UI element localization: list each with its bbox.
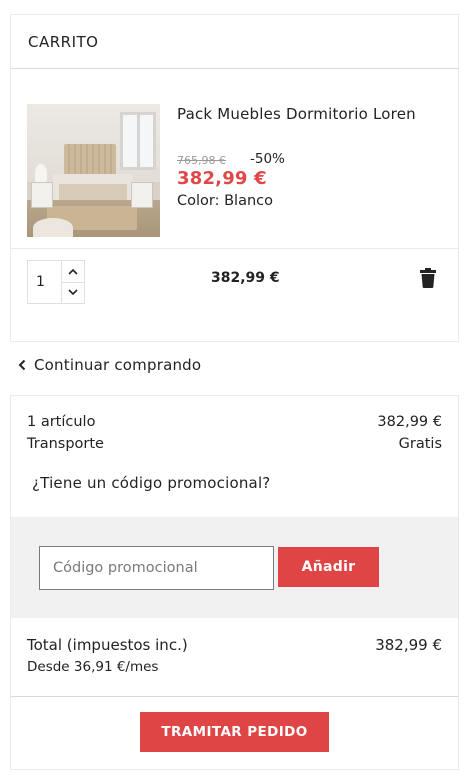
continue-shopping-link[interactable]: Continuar comprando (18, 356, 201, 374)
items-label: 1 artículo (27, 414, 96, 430)
product-color: Color: Blanco (177, 193, 273, 209)
summary-items-row: 1 artículo 382,99 € (27, 414, 442, 430)
product-name[interactable]: Pack Muebles Dormitorio Loren (177, 103, 427, 125)
promo-apply-button[interactable]: Añadir (278, 547, 379, 587)
promo-code-section: Añadir (11, 517, 458, 618)
divider (11, 248, 458, 249)
divider (11, 696, 458, 697)
cart-card: CARRITO Pack Muebles Dormitorio Loren 76… (10, 14, 459, 342)
quantity-input[interactable]: 1 (28, 261, 62, 303)
items-value: 382,99 € (377, 414, 442, 430)
checkout-button[interactable]: TRAMITAR PEDIDO (140, 712, 329, 752)
cart-title: CARRITO (28, 32, 99, 51)
shipping-label: Transporte (27, 436, 104, 452)
product-image[interactable] (27, 104, 160, 237)
color-label: Color: (177, 193, 220, 209)
installments-info: Desde 36,91 €/mes (27, 659, 159, 675)
chevron-left-icon (18, 359, 26, 371)
total-value: 382,99 € (375, 636, 442, 654)
total-row: Total (impuestos inc.) 382,99 € (27, 636, 442, 654)
quantity-decrease-button[interactable] (62, 281, 84, 304)
promo-code-toggle[interactable]: ¿Tiene un código promocional? (32, 474, 270, 492)
shipping-value: Gratis (398, 436, 442, 452)
product-price: 382,99 € (177, 168, 267, 189)
old-price: 765,98 € (177, 154, 226, 167)
color-value: Blanco (224, 193, 274, 209)
cart-header: CARRITO (11, 15, 458, 69)
summary-card: 1 artículo 382,99 € Transporte Gratis ¿T… (10, 395, 459, 770)
remove-item-button[interactable] (420, 268, 436, 292)
discount-badge: -50% (250, 151, 285, 167)
quantity-increase-button[interactable] (62, 261, 84, 282)
total-label: Total (impuestos inc.) (27, 636, 188, 654)
summary-shipping-row: Transporte Gratis (27, 436, 442, 452)
trash-icon (420, 268, 436, 288)
chevron-up-icon (68, 268, 78, 275)
quantity-stepper: 1 (27, 260, 85, 304)
continue-shopping-label: Continuar comprando (34, 356, 202, 374)
line-total: 382,99 € (211, 270, 280, 286)
promo-code-input[interactable] (39, 546, 274, 590)
chevron-down-icon (68, 289, 78, 296)
